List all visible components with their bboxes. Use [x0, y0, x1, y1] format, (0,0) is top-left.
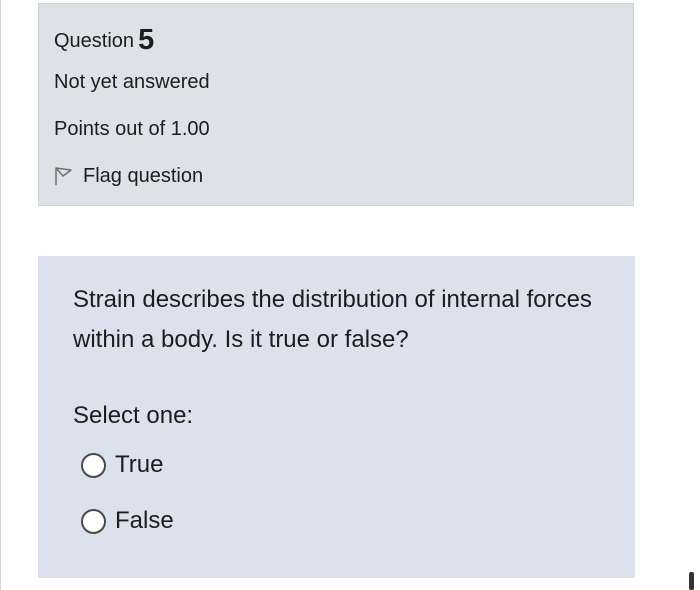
answer-option-false[interactable]: False: [81, 504, 174, 538]
answer-label-false: False: [115, 507, 174, 534]
question-grade: Points out of 1.00: [54, 118, 210, 140]
radio-button-false[interactable]: [81, 508, 106, 534]
question-text: Strain describes the distribution of int…: [73, 286, 592, 353]
radio-button-true[interactable]: [81, 452, 106, 478]
scrollbar-thumb[interactable]: [689, 572, 694, 590]
question-title: Question 5: [54, 24, 154, 55]
select-one-prompt: Select one:: [73, 402, 194, 429]
question-state: Not yet answered: [54, 71, 210, 93]
answer-option-true[interactable]: True: [81, 448, 163, 482]
question-content-panel: Strain describes the distribution of int…: [38, 256, 635, 578]
quiz-page: Question 5 Not yet answered Points out of…: [0, 0, 700, 590]
question-number: 5: [138, 24, 155, 56]
answer-label-true: True: [115, 451, 164, 478]
page-divider: [0, 0, 1, 590]
flag-icon: [53, 165, 75, 187]
question-info-panel: Question 5 Not yet answered Points out of…: [38, 3, 634, 206]
flag-question-label: Flag question: [83, 165, 204, 187]
question-label: Question: [54, 30, 135, 52]
flag-question-link[interactable]: Flag question: [53, 162, 203, 190]
